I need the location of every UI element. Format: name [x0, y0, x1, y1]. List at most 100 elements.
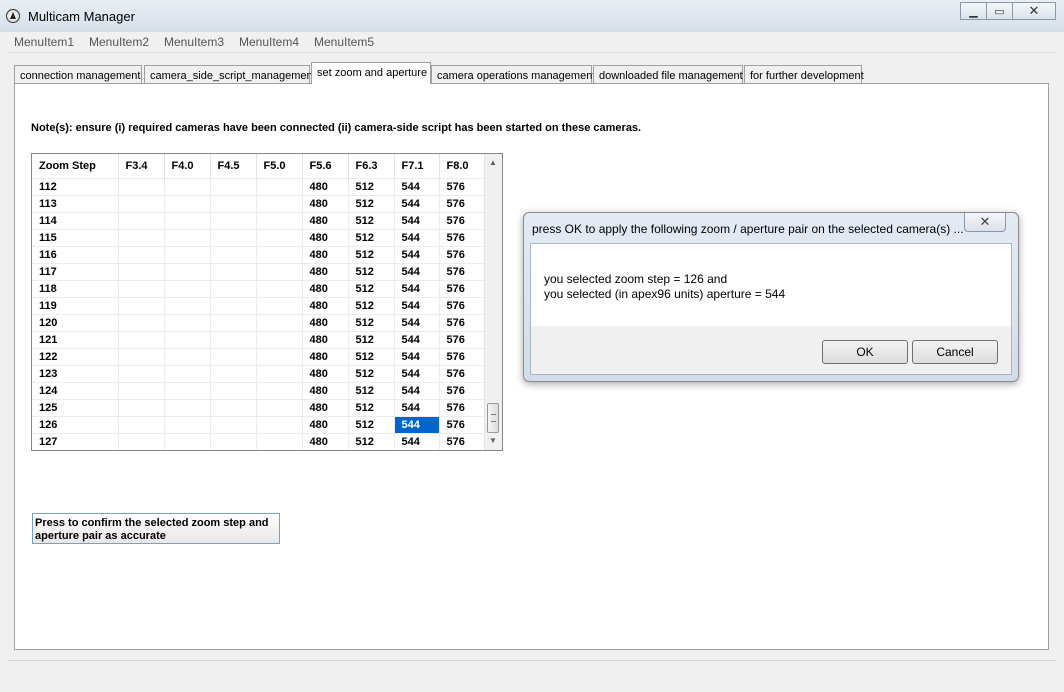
- grid-cell[interactable]: 576: [439, 313, 486, 331]
- grid-cell[interactable]: [256, 279, 303, 297]
- grid-cell[interactable]: 544: [394, 296, 440, 314]
- grid-cell[interactable]: [256, 415, 303, 433]
- grid-cell[interactable]: 576: [439, 228, 486, 246]
- grid-cell[interactable]: [256, 313, 303, 331]
- grid-cell[interactable]: 544: [394, 194, 440, 212]
- grid-cell[interactable]: 544: [394, 177, 440, 195]
- grid-cell[interactable]: 126: [32, 415, 119, 433]
- grid-cell[interactable]: 576: [439, 398, 486, 416]
- tab-camera-side-script-management[interactable]: camera_side_script_management: [144, 65, 316, 83]
- grid-cell[interactable]: 544: [394, 398, 440, 416]
- grid-cell[interactable]: [164, 279, 211, 297]
- grid-cell[interactable]: [210, 381, 257, 399]
- grid-cell[interactable]: [256, 262, 303, 280]
- grid-cell[interactable]: 544: [394, 364, 440, 382]
- grid-cell[interactable]: 480: [302, 245, 349, 263]
- minimize-button[interactable]: ▁: [960, 2, 986, 20]
- grid-cell[interactable]: 480: [302, 177, 349, 195]
- tab-camera-operations-management[interactable]: camera operations management: [431, 65, 595, 83]
- grid-cell[interactable]: [210, 279, 257, 297]
- column-header[interactable]: F7.1: [394, 154, 440, 178]
- column-header[interactable]: Zoom Step: [32, 154, 119, 178]
- grid-cell[interactable]: 121: [32, 330, 119, 348]
- grid-cell[interactable]: [118, 364, 165, 382]
- grid-cell[interactable]: 127: [32, 432, 119, 450]
- grid-cell[interactable]: [118, 296, 165, 314]
- grid-cell[interactable]: [256, 211, 303, 229]
- grid-cell[interactable]: 480: [302, 313, 349, 331]
- grid-cell[interactable]: 512: [348, 347, 395, 365]
- grid-cell[interactable]: 122: [32, 347, 119, 365]
- grid-cell[interactable]: [256, 296, 303, 314]
- grid-cell[interactable]: [256, 364, 303, 382]
- grid-cell[interactable]: [118, 262, 165, 280]
- cancel-button[interactable]: Cancel: [912, 340, 998, 364]
- grid-cell[interactable]: 512: [348, 177, 395, 195]
- grid-cell[interactable]: [164, 245, 211, 263]
- grid-cell[interactable]: [164, 262, 211, 280]
- grid-cell[interactable]: 116: [32, 245, 119, 263]
- grid-cell[interactable]: 480: [302, 279, 349, 297]
- menu-item-4[interactable]: MenuItem4: [239, 35, 299, 49]
- grid-cell[interactable]: [210, 296, 257, 314]
- grid-cell[interactable]: [118, 398, 165, 416]
- grid-cell[interactable]: 512: [348, 330, 395, 348]
- grid-cell[interactable]: 480: [302, 296, 349, 314]
- grid-cell[interactable]: 544: [394, 415, 440, 433]
- grid-cell[interactable]: 480: [302, 381, 349, 399]
- grid-cell[interactable]: 112: [32, 177, 119, 195]
- grid-cell[interactable]: 118: [32, 279, 119, 297]
- grid-cell[interactable]: 480: [302, 262, 349, 280]
- grid-cell[interactable]: 544: [394, 381, 440, 399]
- grid-cell[interactable]: 544: [394, 228, 440, 246]
- dialog-close-button[interactable]: ✕: [964, 213, 1006, 232]
- grid-cell[interactable]: [118, 228, 165, 246]
- tab-connection-management[interactable]: connection management: [14, 65, 142, 83]
- grid-cell[interactable]: [210, 194, 257, 212]
- grid-cell[interactable]: 512: [348, 313, 395, 331]
- maximize-button[interactable]: ▭: [986, 2, 1012, 20]
- grid-cell[interactable]: 480: [302, 194, 349, 212]
- grid-cell[interactable]: [210, 177, 257, 195]
- ok-button[interactable]: OK: [822, 340, 908, 364]
- grid-cell[interactable]: 512: [348, 228, 395, 246]
- grid-cell[interactable]: 544: [394, 347, 440, 365]
- grid-cell[interactable]: [210, 415, 257, 433]
- grid-cell[interactable]: 512: [348, 194, 395, 212]
- grid-cell[interactable]: 576: [439, 364, 486, 382]
- grid-cell[interactable]: [118, 245, 165, 263]
- grid-cell[interactable]: 124: [32, 381, 119, 399]
- grid-cell[interactable]: [210, 432, 257, 450]
- menu-item-5[interactable]: MenuItem5: [314, 35, 374, 49]
- menu-item-1[interactable]: MenuItem1: [14, 35, 74, 49]
- grid-cell[interactable]: [256, 245, 303, 263]
- grid-cell[interactable]: [118, 279, 165, 297]
- grid-cell[interactable]: 544: [394, 313, 440, 331]
- grid-cell[interactable]: [256, 330, 303, 348]
- grid-cell[interactable]: [118, 194, 165, 212]
- grid-cell[interactable]: 480: [302, 364, 349, 382]
- grid-cell[interactable]: [210, 211, 257, 229]
- grid-cell[interactable]: 512: [348, 262, 395, 280]
- grid-cell[interactable]: 512: [348, 211, 395, 229]
- zoom-aperture-grid[interactable]: Zoom Step F3.4 F4.0 F4.5 F5.0 F5.6 F6.3 F7.1 F8.…: [31, 153, 503, 451]
- grid-cell[interactable]: [210, 228, 257, 246]
- grid-cell[interactable]: 113: [32, 194, 119, 212]
- grid-cell[interactable]: 576: [439, 211, 486, 229]
- grid-cell[interactable]: 512: [348, 364, 395, 382]
- grid-cell[interactable]: 576: [439, 330, 486, 348]
- grid-cell[interactable]: 576: [439, 194, 486, 212]
- column-header[interactable]: F8.0: [439, 154, 486, 178]
- grid-cell[interactable]: [164, 194, 211, 212]
- grid-cell[interactable]: [118, 432, 165, 450]
- grid-cell[interactable]: [164, 228, 211, 246]
- grid-cell[interactable]: 576: [439, 177, 486, 195]
- grid-cell[interactable]: 480: [302, 330, 349, 348]
- grid-cell[interactable]: 512: [348, 398, 395, 416]
- grid-cell[interactable]: [256, 398, 303, 416]
- grid-cell[interactable]: 115: [32, 228, 119, 246]
- grid-cell[interactable]: [210, 347, 257, 365]
- grid-cell[interactable]: [118, 330, 165, 348]
- grid-cell[interactable]: 480: [302, 398, 349, 416]
- grid-cell[interactable]: 544: [394, 432, 440, 450]
